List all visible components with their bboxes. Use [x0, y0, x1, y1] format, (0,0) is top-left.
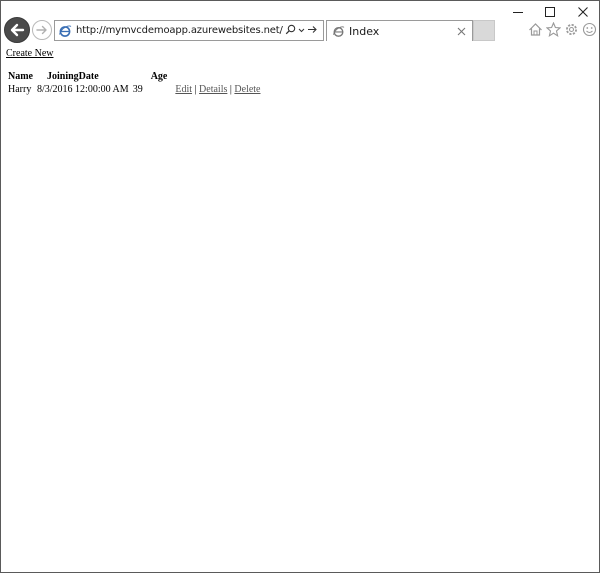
forward-button[interactable]	[32, 20, 52, 40]
new-tab-button[interactable]	[473, 20, 495, 41]
address-tools	[285, 22, 318, 40]
forward-arrow-icon	[36, 25, 47, 35]
ie-logo-icon	[57, 23, 73, 39]
close-window-icon	[578, 7, 588, 17]
separator: |	[229, 84, 232, 95]
details-link[interactable]: Details	[199, 84, 227, 95]
back-button[interactable]	[4, 17, 30, 43]
address-url[interactable]: http://mymvcdemoapp.azurewebsites.net/em…	[73, 25, 283, 36]
create-new-link[interactable]: Create New	[6, 48, 53, 59]
ie-logo-icon	[331, 24, 345, 38]
tab-title: Index	[349, 24, 380, 38]
maximize-button[interactable]	[533, 1, 567, 23]
minimize-button[interactable]	[501, 1, 535, 23]
table-header-row: Name JoiningDate Age	[6, 69, 262, 83]
browser-window: http://mymvcdemoapp.azurewebsites.net/em…	[0, 0, 600, 573]
column-header-joiningdate: JoiningDate	[47, 71, 99, 82]
maximize-icon	[545, 7, 555, 17]
close-window-button[interactable]	[566, 1, 599, 23]
chevron-down-icon[interactable]	[298, 22, 305, 40]
cell-name: Harry	[8, 84, 32, 95]
go-arrow-icon[interactable]	[307, 22, 318, 40]
table-row: Harry 8/3/2016 12:00:00 AM 39 Edit | Det…	[6, 83, 262, 96]
cell-joining-date: 8/3/2016 12:00:00 AM	[37, 84, 129, 95]
edit-link[interactable]: Edit	[175, 84, 192, 95]
cell-age: 39	[132, 84, 143, 95]
search-icon[interactable]	[285, 22, 296, 40]
column-header-name: Name	[8, 71, 33, 82]
tab-index[interactable]: Index	[326, 20, 473, 41]
address-bar[interactable]: http://mymvcdemoapp.azurewebsites.net/em…	[54, 20, 324, 41]
home-icon[interactable]	[527, 21, 543, 37]
row-actions: Edit | Details | Delete	[169, 83, 262, 96]
close-icon[interactable]	[454, 24, 468, 38]
employees-table: Name JoiningDate Age Harry 8/3/2016 12:0…	[6, 69, 262, 96]
smiley-icon[interactable]	[581, 21, 597, 37]
page-content: Create New Name JoiningDate Age Harry 8/…	[6, 48, 262, 96]
separator: |	[194, 84, 197, 95]
browser-chrome: http://mymvcdemoapp.azurewebsites.net/em…	[1, 1, 599, 45]
gear-icon[interactable]	[563, 21, 579, 37]
column-header-actions	[169, 69, 262, 83]
column-header-age: Age	[150, 71, 168, 82]
back-arrow-icon	[10, 23, 25, 37]
delete-link[interactable]: Delete	[234, 84, 260, 95]
star-icon[interactable]	[545, 21, 561, 37]
minimize-icon	[513, 12, 523, 13]
